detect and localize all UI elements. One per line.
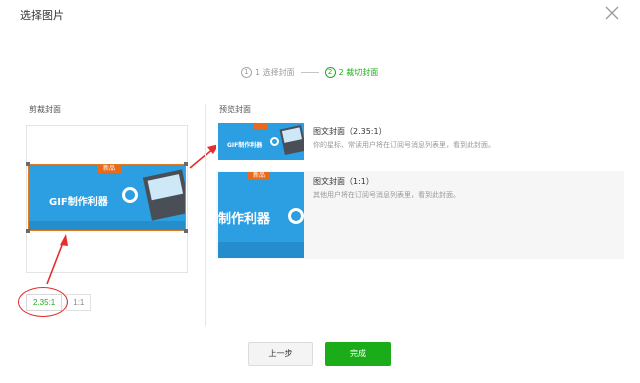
- select-image-dialog: 选择图片 1 1 选择封面 2 2 裁切封面 剪裁封面 新品 GIF制作利器 2…: [0, 0, 640, 383]
- preview-desc-wide: 你的星标、常读用户将在订阅号消息列表里，看到此封面。: [313, 141, 495, 149]
- preview-thumb-square: 新品 制作利器: [218, 172, 304, 258]
- ratio-button-1-1[interactable]: 1:1: [66, 294, 92, 311]
- preview-desc-square: 其他用户将在订阅号消息列表里，看到此封面。: [313, 191, 460, 199]
- preview-thumb-wide: GIF制作利器: [218, 123, 304, 160]
- preview-title-wide: 图文封面（2.35:1）: [313, 127, 387, 136]
- done-button[interactable]: 完成: [325, 342, 391, 366]
- section-divider: [205, 104, 206, 326]
- ratio-button-2-35[interactable]: 2.35:1: [26, 294, 63, 311]
- preview-section-title: 预览封面: [219, 105, 251, 114]
- preview-card-wide: GIF制作利器 图文封面（2.35:1） 你的星标、常读用户将在订阅号消息列表里…: [216, 121, 624, 163]
- previous-step-button[interactable]: 上一步: [248, 342, 313, 366]
- ratio-selector: 2.35:1 1:1: [26, 294, 92, 311]
- preview-title-square: 图文封面（1:1）: [313, 177, 374, 186]
- preview-card-square: 新品 制作利器 图文封面（1:1） 其他用户将在订阅号消息列表里，看到此封面。: [216, 171, 624, 259]
